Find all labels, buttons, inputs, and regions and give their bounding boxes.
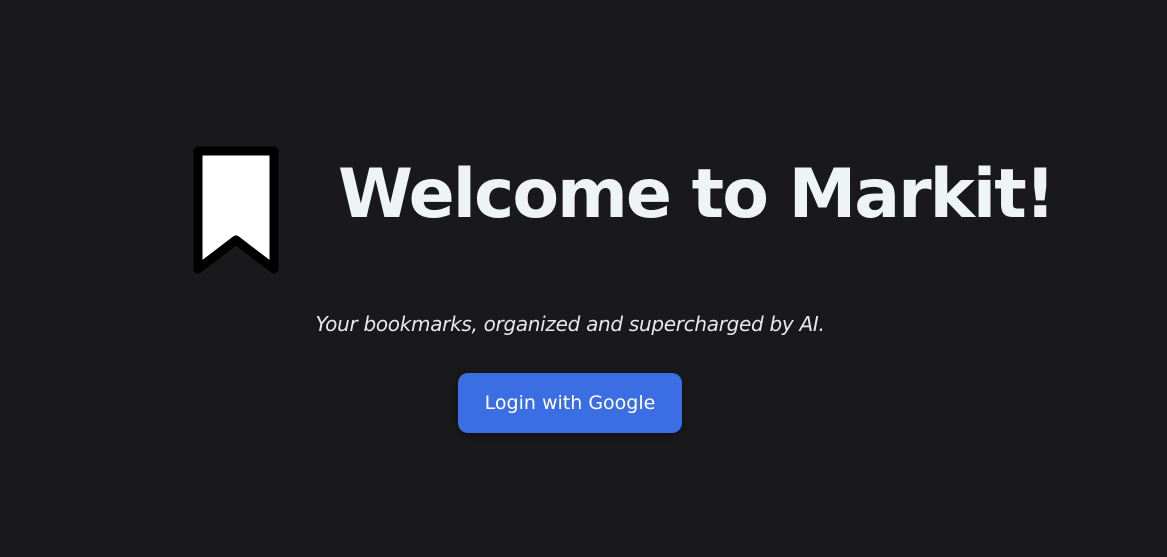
page-title: Welcome to Markit! xyxy=(338,155,1056,234)
tagline: Your bookmarks, organized and supercharg… xyxy=(315,312,825,336)
bookmark-icon xyxy=(193,146,279,274)
welcome-screen: Welcome to Markit! Your bookmarks, organ… xyxy=(0,0,1167,557)
login-with-google-button[interactable]: Login with Google xyxy=(458,373,682,433)
